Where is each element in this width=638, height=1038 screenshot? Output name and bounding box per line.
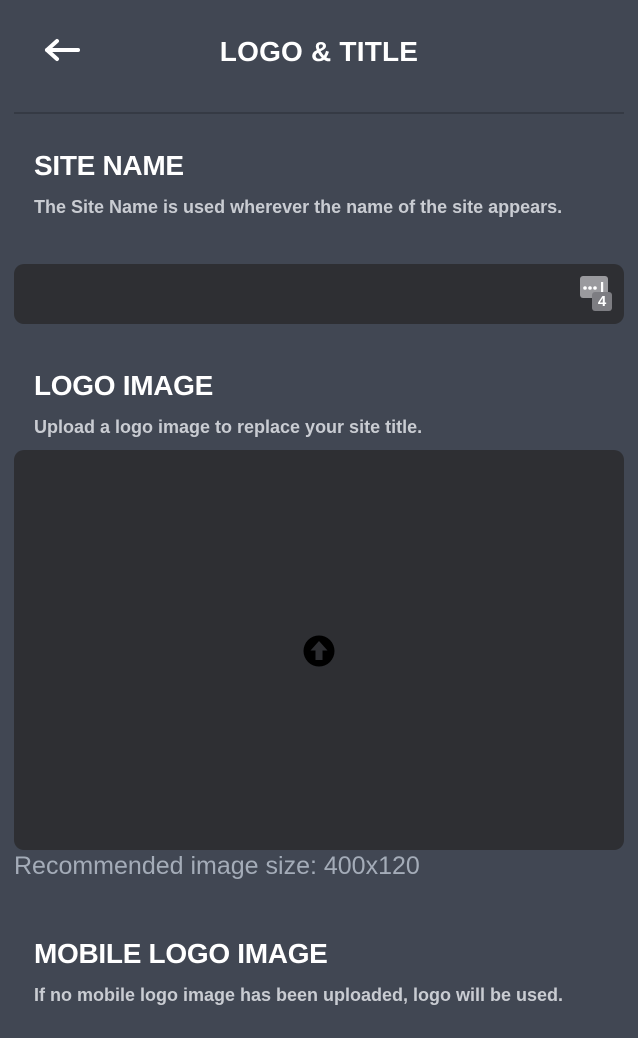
site-name-input[interactable] [30,264,570,324]
mobile-logo-image-description: If no mobile logo image has been uploade… [34,985,564,1005]
logo-size-hint: Recommended image size: 400x120 [14,852,420,880]
password-manager-badge: 4 [597,293,607,310]
site-name-field[interactable]: 4 [14,264,624,324]
header-divider [14,112,624,114]
logo-image-title: LOGO IMAGE [34,370,214,401]
upload-arrow-icon [303,635,335,667]
password-manager-icon[interactable]: 4 [580,276,626,312]
logo-image-description: Upload a logo image to replace your site… [34,417,423,437]
header: LOGO & TITLE [0,0,638,113]
mobile-logo-image-title: MOBILE LOGO IMAGE [34,938,328,969]
site-name-description: The Site Name is used wherever the name … [34,197,563,217]
site-name-title: SITE NAME [34,150,184,181]
logo-upload-area[interactable] [14,450,624,850]
page-title: LOGO & TITLE [219,36,419,67]
